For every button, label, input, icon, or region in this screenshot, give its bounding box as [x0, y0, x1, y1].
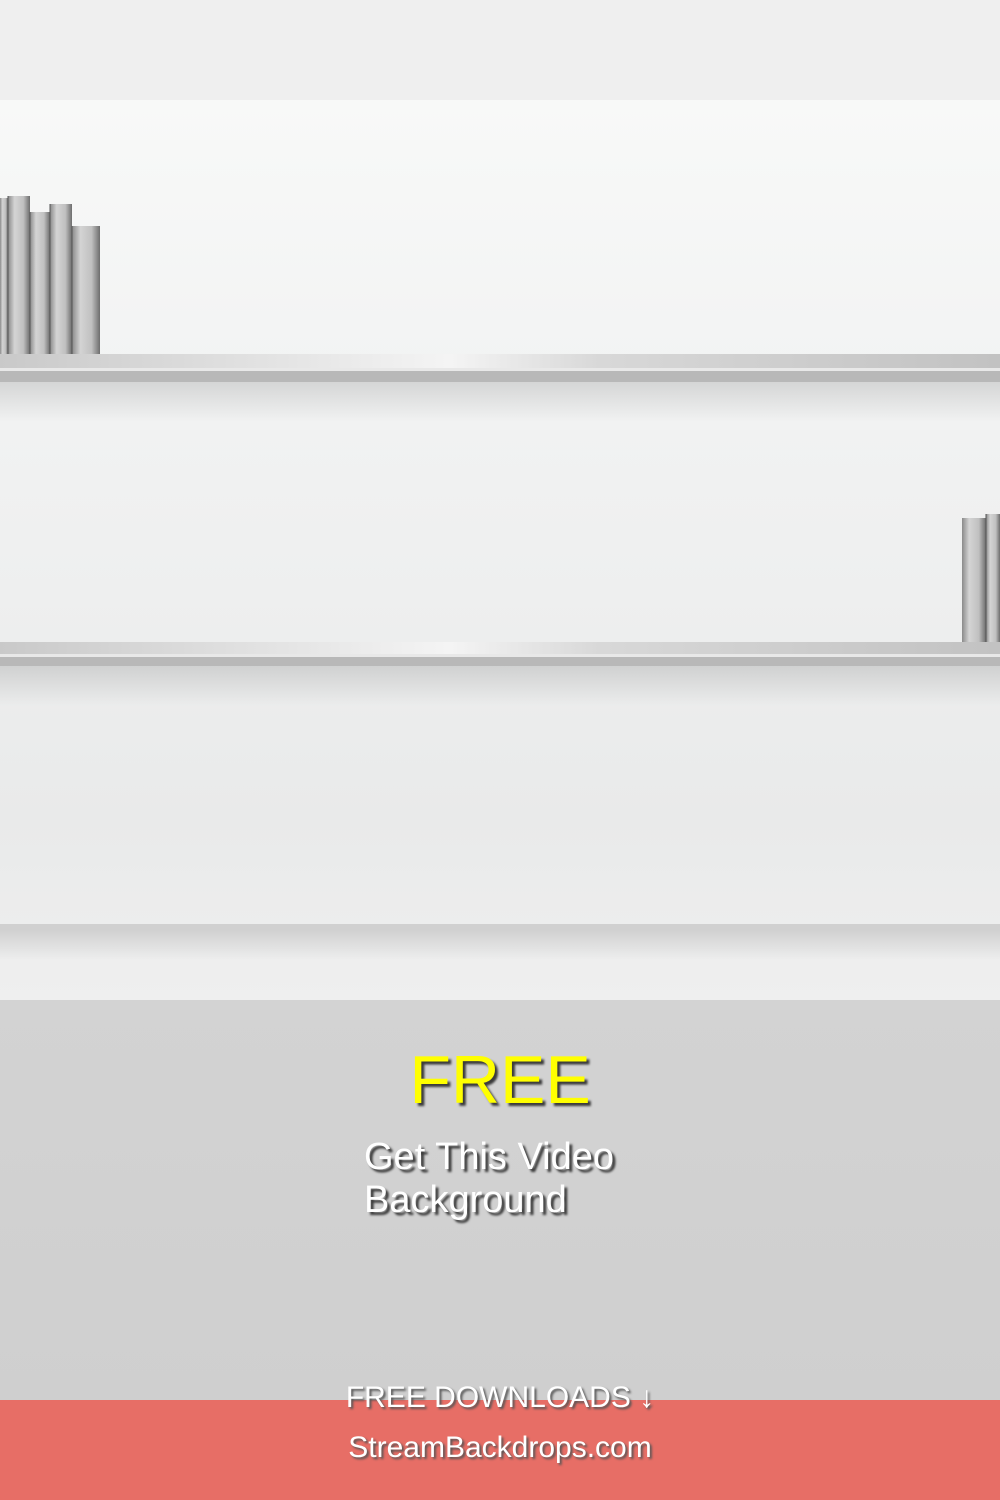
free-downloads-link[interactable]: FREE DOWNLOADS ↓ [0, 1378, 1000, 1418]
free-headline: FREE [409, 1042, 591, 1118]
upper-shelf [0, 354, 1000, 422]
promo-subtitle: Get This Video Background [364, 1136, 614, 1221]
middle-shelf [0, 642, 1000, 706]
bookshelf-background-image [0, 100, 1000, 1000]
books-left-icon [0, 196, 100, 354]
top-margin [0, 0, 1000, 100]
site-url-link[interactable]: StreamBackdrops.com [0, 1428, 1000, 1468]
books-right-icon [962, 514, 1000, 644]
lower-shelf [0, 924, 1000, 960]
